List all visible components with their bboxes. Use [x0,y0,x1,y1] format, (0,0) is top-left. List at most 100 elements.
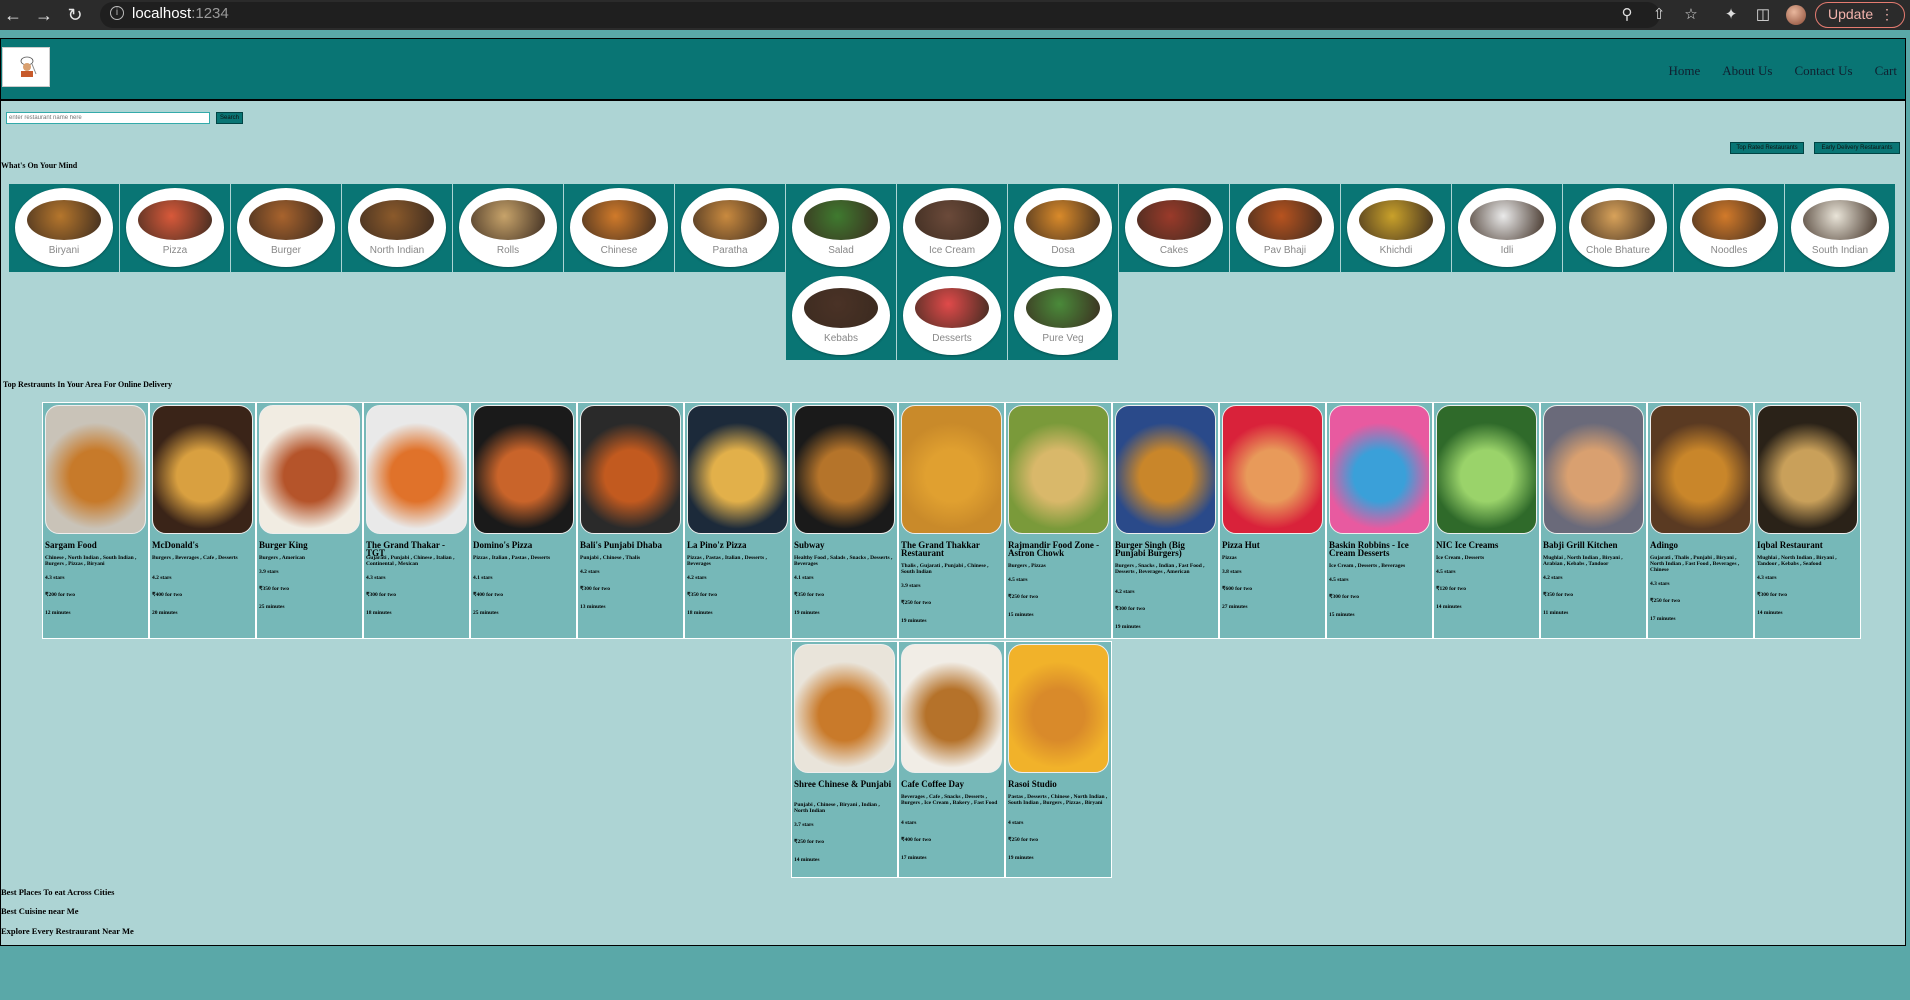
category-south-indian[interactable]: South Indian [1785,184,1895,272]
restaurant-card[interactable]: Domino's Pizza Pizzas , Italian , Pastas … [470,402,577,639]
category-biryani[interactable]: Biryani [9,184,119,272]
nav-about-us[interactable]: About Us [1722,63,1772,79]
reload-icon[interactable]: ↻ [64,4,86,26]
category-pure-veg[interactable]: Pure Veg [1008,272,1118,360]
category-pizza[interactable]: Pizza [120,184,230,272]
restaurant-card[interactable]: Pizza Hut Pizzas 3.8 stars ₹600 for two 27 m… [1219,402,1326,639]
restaurant-card[interactable]: Rasoi Studio Pastas , Desserts , Chinese … [1005,641,1112,878]
category-rolls[interactable]: Rolls [453,184,563,272]
restaurant-name[interactable]: Burger Singh (Big Punjabi Burgers) [1115,541,1215,558]
restaurant-name[interactable]: Domino's Pizza [473,541,573,550]
restaurant-card[interactable]: Burger Singh (Big Punjabi Burgers) Burger… [1112,402,1219,639]
nav-home[interactable]: Home [1668,63,1700,79]
category-burger[interactable]: Burger [231,184,341,272]
info-icon[interactable]: i [110,6,124,20]
restaurant-cost: ₹300 for two [366,592,396,598]
category-paratha[interactable]: Paratha [675,184,785,272]
restaurant-name[interactable]: NIC Ice Creams [1436,541,1536,550]
restaurant-name[interactable]: Rasoi Studio [1008,780,1108,789]
category-salad[interactable]: Salad [786,184,896,272]
restaurant-image [1543,405,1644,534]
restaurant-name[interactable]: Bali's Punjabi Dhaba [580,541,680,550]
category-chole-bhature[interactable]: Chole Bhature [1563,184,1673,272]
extensions-icon[interactable]: ✦ [1720,4,1742,26]
category-cakes[interactable]: Cakes [1119,184,1229,272]
restaurant-name[interactable]: McDonald's [152,541,252,550]
category-chinese[interactable]: Chinese [564,184,674,272]
restaurant-name[interactable]: Iqbal Restaurant [1757,541,1857,550]
share-icon[interactable]: ⇧ [1648,4,1670,26]
category-kebabs[interactable]: Kebabs [786,272,896,360]
restaurant-name[interactable]: Babji Grill Kitchen [1543,541,1643,550]
restaurant-card[interactable]: Shree Chinese & Punjabi Punjabi , Chinese… [791,641,898,878]
restaurant-name[interactable]: Rajmandir Food Zone - Astron Chowk [1008,541,1108,558]
category-food-image [27,200,101,240]
restaurant-name[interactable]: Pizza Hut [1222,541,1322,550]
footer-link-best-places[interactable]: Best Places To eat Across Cities [1,887,114,897]
restaurant-name[interactable]: Burger King [259,541,359,550]
restaurant-name[interactable]: Subway [794,541,894,550]
restaurant-card[interactable]: McDonald's Burgers , Beverages , Cafe , D… [149,402,256,639]
menu-dots-icon[interactable]: ⋮ [1880,3,1894,26]
search-button[interactable]: Search [216,112,243,124]
top-rated-button[interactable]: Top Rated Restaurants [1730,142,1804,154]
restaurant-name[interactable]: Sargam Food [45,541,145,550]
forward-icon[interactable]: → [33,4,55,26]
restaurant-name[interactable]: The Grand Thakkar Restaurant [901,541,1001,558]
site-logo[interactable] [2,47,50,87]
back-icon[interactable]: ← [2,4,24,26]
category-pav-bhaji[interactable]: Pav Bhaji [1230,184,1340,272]
restaurant-cuisine: Thalis , Gujarati , Punjabi , Chinese , … [901,563,989,575]
category-label: Ice Cream [928,245,976,256]
restaurant-card[interactable]: NIC Ice Creams Ice Cream , Desserts 4.5 st… [1433,402,1540,639]
restaurant-card[interactable]: Adingo Gujarati , Thalis , Punjabi , Biry… [1647,402,1754,639]
restaurant-cost: ₹400 for two [152,592,182,598]
restaurant-card[interactable]: Sargam Food Chinese , North Indian , Sout… [42,402,149,639]
footer-link-best-cuisine[interactable]: Best Cuisine near Me [1,906,79,916]
zoom-icon[interactable]: ⚲ [1616,4,1638,26]
restaurant-rating: 4.2 stars [580,569,600,575]
search-input[interactable] [6,112,210,124]
category-khichdi[interactable]: Khichdi [1341,184,1451,272]
restaurant-image [1008,644,1109,773]
side-panel-icon[interactable]: ◫ [1752,4,1774,26]
restaurant-card[interactable]: Babji Grill Kitchen Mughlai , North India… [1540,402,1647,639]
restaurant-card[interactable]: Baskin Robbins - Ice Cream Desserts Ice C… [1326,402,1433,639]
nav-contact-us[interactable]: Contact Us [1794,63,1852,79]
category-dosa[interactable]: Dosa [1008,184,1118,272]
category-food-image [249,200,323,240]
restaurant-image [1757,405,1858,534]
nav-cart[interactable]: Cart [1875,63,1897,79]
category-plate: Pure Veg [1014,276,1112,355]
category-label: Chole Bhature [1586,245,1650,256]
profile-avatar[interactable] [1786,5,1806,25]
footer-link-explore[interactable]: Explore Every Restraurant Near Me [1,926,134,936]
restaurant-name[interactable]: Cafe Coffee Day [901,780,1001,789]
restaurant-card[interactable]: The Grand Thakar - TGT Gujarati , Punjabi… [363,402,470,639]
restaurant-card[interactable]: Burger King Burgers , American 3.9 stars ₹3… [256,402,363,639]
restaurant-card[interactable]: Rajmandir Food Zone - Astron Chowk Burger… [1005,402,1112,639]
restaurant-card[interactable]: Subway Healthy Food , Salads , Snacks , D… [791,402,898,639]
restaurant-delivery-time: 13 minutes [580,604,606,610]
restaurant-card[interactable]: The Grand Thakkar Restaurant Thalis , Guj… [898,402,1005,639]
category-ice-cream[interactable]: Ice Cream [897,184,1007,272]
bookmark-star-icon[interactable]: ☆ [1680,4,1702,26]
restaurant-card[interactable]: Bali's Punjabi Dhaba Punjabi , Chinese , … [577,402,684,639]
early-delivery-button[interactable]: Early Delivery Restaurants [1814,142,1900,154]
category-idli[interactable]: Idli [1452,184,1562,272]
category-north-indian[interactable]: North Indian [342,184,452,272]
address-bar[interactable] [100,2,1660,28]
restaurant-card[interactable]: Cafe Coffee Day Beverages , Cafe , Snacks… [898,641,1005,878]
category-noodles[interactable]: Noodles [1674,184,1784,272]
restaurant-card[interactable]: La Pino'z Pizza Pizzas , Pastas , Italian… [684,402,791,639]
restaurant-name[interactable]: Adingo [1650,541,1750,550]
restaurant-name[interactable]: La Pino'z Pizza [687,541,787,550]
category-plate: Chinese [570,188,668,267]
url-text[interactable]: localhost:1234 [132,5,229,22]
restaurant-name[interactable]: Baskin Robbins - Ice Cream Desserts [1329,541,1429,558]
update-button[interactable]: Update ⋮ [1815,2,1905,28]
restaurant-card[interactable]: Iqbal Restaurant Mughlai , North Indian ,… [1754,402,1861,639]
category-desserts[interactable]: Desserts [897,272,1007,360]
restaurant-name[interactable]: Shree Chinese & Punjabi [794,780,894,789]
restaurant-cost: ₹300 for two [1757,592,1787,598]
